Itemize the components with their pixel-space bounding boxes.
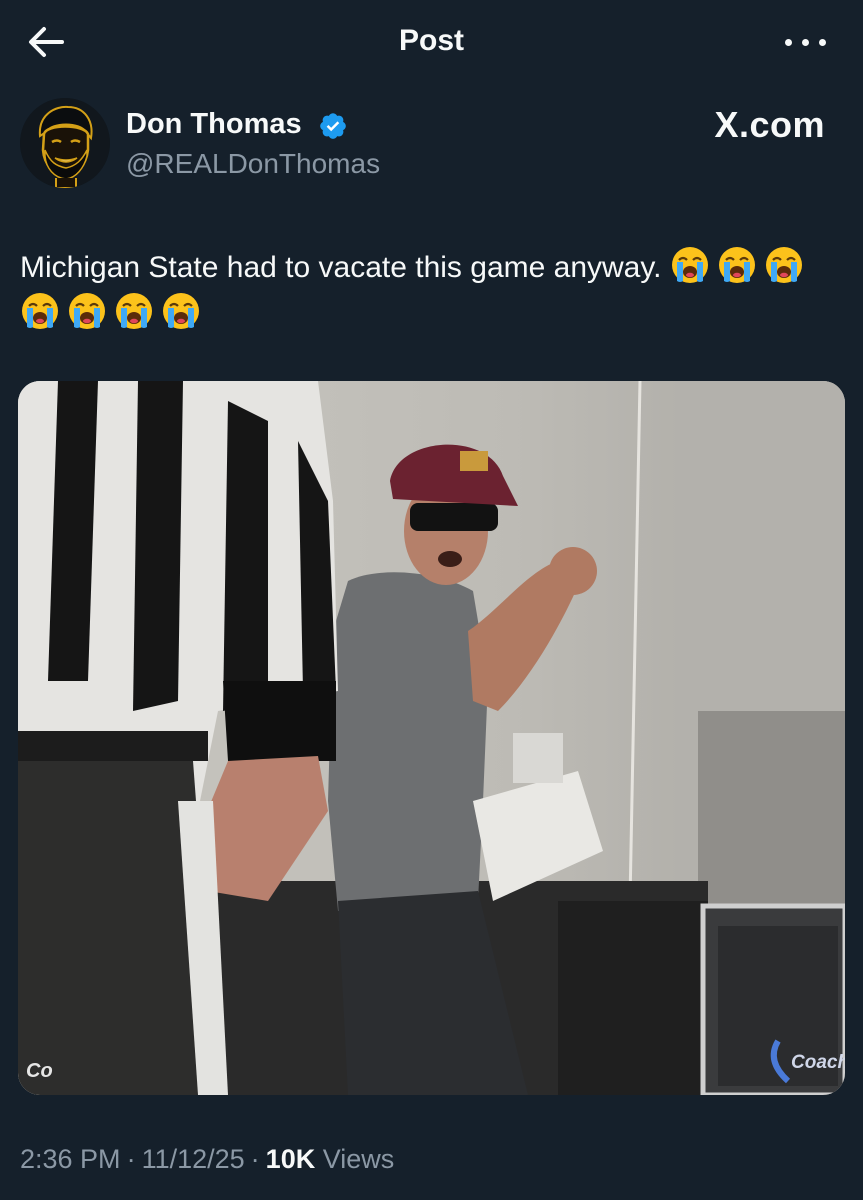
- author-handle[interactable]: @REALDonThomas: [126, 148, 380, 180]
- verified-badge-icon: [320, 113, 346, 139]
- source-label: X.com: [714, 104, 825, 145]
- tweet-photo[interactable]: Co Coach: [18, 381, 845, 1095]
- loudly-crying-face-icon: [765, 247, 802, 283]
- tweet-meta: 2:36 PM · 11/12/25 · 10K Views: [20, 1144, 395, 1174]
- loudly-crying-face-icon: [116, 293, 152, 329]
- loudly-crying-face-icon: [69, 293, 105, 329]
- loudly-crying-face-icon: [718, 247, 755, 283]
- more-options-button[interactable]: [779, 24, 833, 60]
- author-name[interactable]: Don Thomas: [126, 108, 302, 141]
- more-horizontal-icon: [785, 39, 792, 46]
- top-bar: Post: [0, 0, 863, 84]
- photo-watermark-right: Coach: [791, 1052, 845, 1073]
- photo-watermark-left: Co: [26, 1060, 53, 1082]
- photo-scene: Co Coach: [18, 381, 845, 1095]
- views-count[interactable]: 10K: [266, 1144, 316, 1174]
- avatar[interactable]: [20, 98, 110, 188]
- avatar-illustration: [20, 98, 110, 188]
- tweet-text: Michigan State had to vacate this game a…: [20, 245, 840, 337]
- tweet-date[interactable]: 11/12/25: [142, 1144, 245, 1174]
- views-label: Views: [322, 1144, 395, 1174]
- loudly-crying-face-icon: [671, 247, 708, 283]
- loudly-crying-face-icon: [163, 293, 199, 329]
- loudly-crying-face-icon: [22, 293, 58, 329]
- tweet-time[interactable]: 2:36 PM: [20, 1144, 121, 1174]
- tweet-body: Michigan State had to vacate this game a…: [20, 251, 662, 284]
- page-title: Post: [398, 24, 464, 57]
